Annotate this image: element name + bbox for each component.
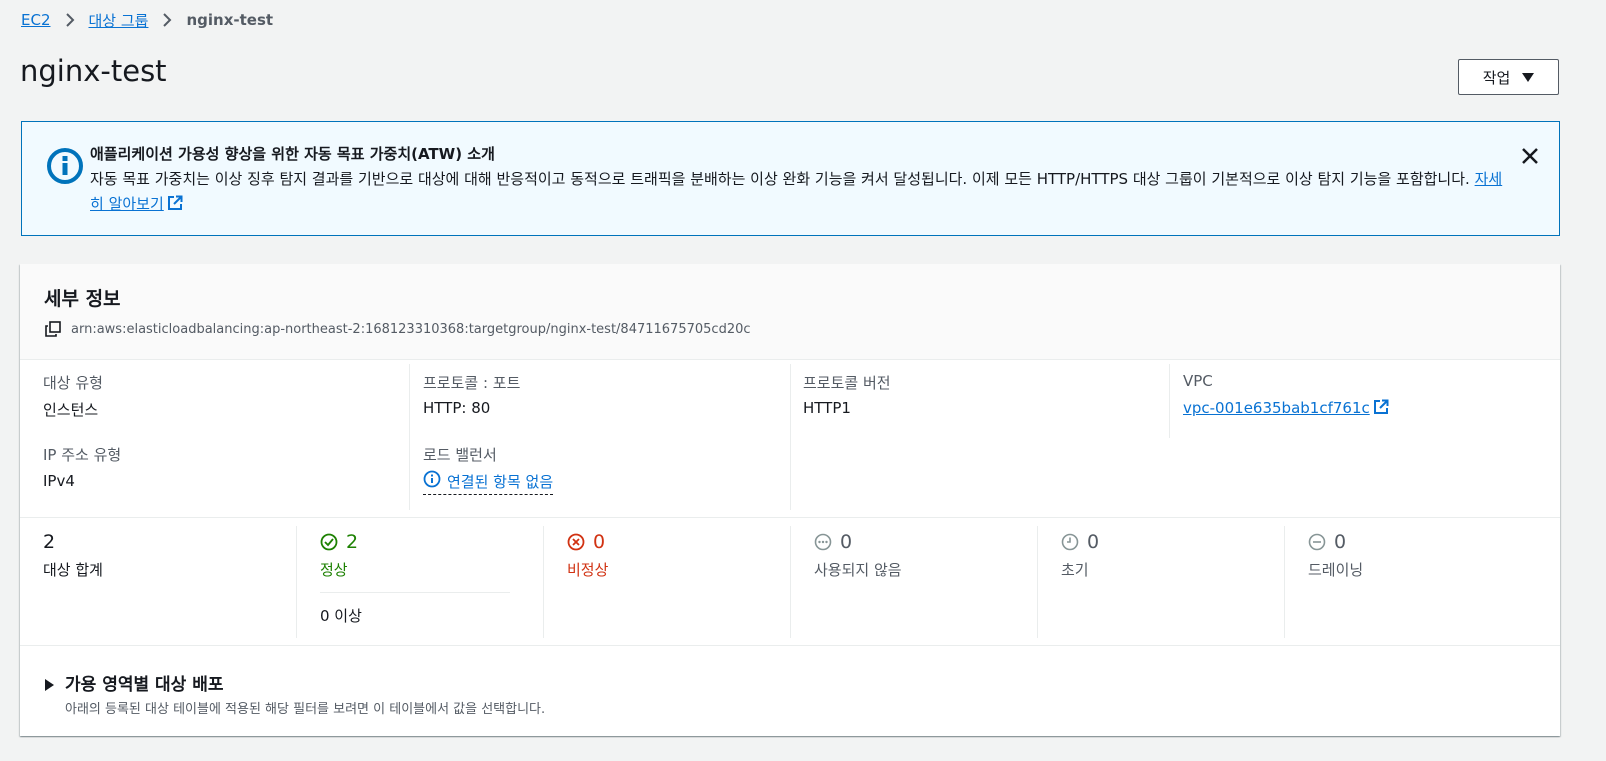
healthy-value: 2 xyxy=(346,531,359,553)
vpc-link[interactable]: vpc-001e635bab1cf761c xyxy=(1183,399,1389,417)
ip-type-label: IP 주소 유형 xyxy=(43,446,122,464)
unused-label: 사용되지 않음 xyxy=(814,561,902,579)
section-divider xyxy=(20,645,1560,646)
initial-value: 0 xyxy=(1087,531,1100,553)
error-circle-icon xyxy=(567,533,585,551)
load-balancer-label: 로드 밸런서 xyxy=(423,446,497,464)
column-divider xyxy=(1169,364,1170,438)
banner-text: 자동 목표 가중치는 이상 징후 탐지 결과를 기반으로 대상에 대해 반응적이… xyxy=(90,170,1470,188)
arn-text: arn:aws:elasticloadbalancing:ap-northeas… xyxy=(71,321,751,337)
breadcrumb-item-target-groups[interactable]: 대상 그룹 xyxy=(89,10,149,31)
unhealthy-value: 0 xyxy=(593,531,606,553)
column-divider xyxy=(296,526,297,638)
az-distribution-description: 아래의 등록된 대상 테이블에 적용된 해당 필터를 보려면 이 테이블에서 값… xyxy=(65,702,546,717)
total-targets-count: 2 xyxy=(43,531,55,553)
chevron-right-icon xyxy=(156,9,178,31)
unused-value: 0 xyxy=(840,531,853,553)
draining-count[interactable]: 0 xyxy=(1308,531,1346,553)
draining-value: 0 xyxy=(1334,531,1347,553)
banner-body: 자동 목표 가중치는 이상 징후 탐지 결과를 기반으로 대상에 대해 반응적이… xyxy=(90,167,1510,217)
draining-label: 드레이닝 xyxy=(1308,561,1364,579)
external-link-icon xyxy=(167,194,183,210)
clock-icon xyxy=(1061,533,1079,551)
ip-type-value: IPv4 xyxy=(43,472,75,490)
healthy-label: 정상 xyxy=(320,561,348,579)
healthy-count[interactable]: 2 xyxy=(320,531,358,553)
unhealthy-label: 비정상 xyxy=(567,561,609,579)
actions-button-label: 작업 xyxy=(1482,68,1511,87)
details-title: 세부 정보 xyxy=(44,288,121,310)
info-banner: 애플리케이션 가용성 향상을 위한 자동 목표 가중치(ATW) 소개 자동 목… xyxy=(21,121,1560,236)
load-balancer-link[interactable]: 연결된 항목 없음 xyxy=(423,470,554,495)
az-distribution-toggle[interactable]: 가용 영역별 대상 배포 xyxy=(65,670,224,695)
vpc-value: vpc-001e635bab1cf761c xyxy=(1183,399,1370,417)
anomaly-count: 0 이상 xyxy=(320,607,362,625)
stat-divider xyxy=(320,592,510,593)
initial-label: 초기 xyxy=(1061,561,1089,579)
ellipsis-circle-icon xyxy=(814,533,832,551)
details-header: 세부 정보 arn:aws:elasticloadbalancing:ap-no… xyxy=(20,264,1560,360)
caret-down-icon xyxy=(1522,72,1535,82)
unused-count[interactable]: 0 xyxy=(814,531,852,553)
column-divider xyxy=(790,364,791,510)
info-icon xyxy=(423,470,441,492)
actions-dropdown-button[interactable]: 작업 xyxy=(1458,59,1559,95)
unhealthy-count[interactable]: 0 xyxy=(567,531,605,553)
column-divider xyxy=(790,526,791,638)
details-container: 세부 정보 arn:aws:elasticloadbalancing:ap-no… xyxy=(20,264,1560,736)
close-icon[interactable] xyxy=(1518,144,1542,168)
initial-count[interactable]: 0 xyxy=(1061,531,1099,553)
info-icon xyxy=(46,147,84,185)
load-balancer-value: 연결된 항목 없음 xyxy=(447,472,554,491)
protocol-version-label: 프로토콜 버전 xyxy=(803,374,891,392)
chevron-right-icon xyxy=(59,9,81,31)
breadcrumb: EC2 대상 그룹 nginx-test xyxy=(21,9,273,31)
section-divider xyxy=(20,517,1560,518)
protocol-port-label: 프로토콜 : 포트 xyxy=(423,374,521,392)
target-type-value: 인스턴스 xyxy=(43,401,99,419)
caret-right-icon[interactable] xyxy=(45,679,54,691)
copy-icon[interactable] xyxy=(44,320,62,338)
column-divider xyxy=(543,526,544,638)
banner-title: 애플리케이션 가용성 향상을 위한 자동 목표 가중치(ATW) 소개 xyxy=(90,145,495,163)
check-circle-icon xyxy=(320,533,338,551)
protocol-version-value: HTTP1 xyxy=(803,399,851,417)
external-link-icon xyxy=(1373,399,1389,415)
column-divider xyxy=(409,364,410,510)
breadcrumb-current: nginx-test xyxy=(186,11,274,29)
column-divider xyxy=(1037,526,1038,638)
total-targets-value: 2 xyxy=(43,531,56,553)
minus-circle-icon xyxy=(1308,533,1326,551)
target-type-label: 대상 유형 xyxy=(43,374,103,392)
vpc-label: VPC xyxy=(1183,372,1213,390)
protocol-port-value: HTTP: 80 xyxy=(423,399,491,417)
page-title: nginx-test xyxy=(20,54,167,88)
total-targets-label: 대상 합계 xyxy=(43,561,103,579)
column-divider xyxy=(1284,526,1285,638)
arn-row: arn:aws:elasticloadbalancing:ap-northeas… xyxy=(44,320,751,338)
breadcrumb-item-ec2[interactable]: EC2 xyxy=(21,11,51,29)
